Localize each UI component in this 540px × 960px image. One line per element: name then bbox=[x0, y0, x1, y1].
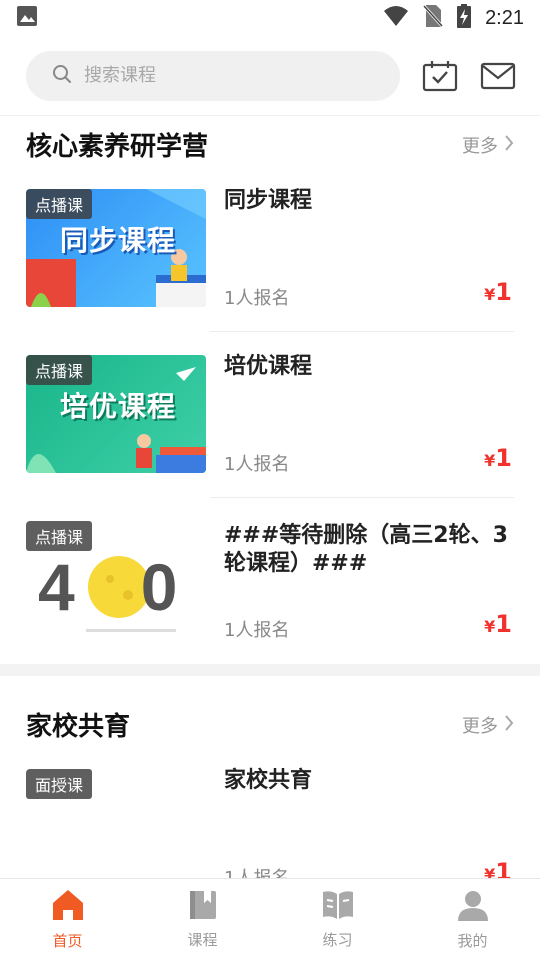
course-enroll-count: 1人报名 bbox=[224, 288, 290, 309]
nav-label: 练习 bbox=[322, 931, 353, 949]
bottom-nav: 首页 课程 练习 我的 bbox=[0, 878, 540, 960]
open-book-icon bbox=[321, 889, 355, 925]
course-thumbnail: 同步课程 点播课 bbox=[26, 189, 206, 307]
course-price: ¥1 bbox=[484, 444, 512, 472]
nav-label: 首页 bbox=[52, 932, 83, 950]
home-icon bbox=[51, 888, 85, 926]
section-title-core: 核心素养研学营 bbox=[26, 132, 209, 162]
course-title: 培优课程 bbox=[224, 354, 313, 379]
chevron-right-icon bbox=[504, 134, 514, 157]
course-type-tag: 面授课 bbox=[26, 769, 93, 799]
user-icon bbox=[456, 888, 490, 926]
course-thumbnail: 404 点播课 bbox=[26, 521, 206, 639]
thumb-title: 培优课程 bbox=[60, 390, 177, 423]
nav-practice[interactable]: 练习 bbox=[270, 879, 405, 960]
course-card[interactable]: 404 点播课 ###等待删除（高三2轮、3轮课程）### 1人报名 ¥1 bbox=[0, 498, 540, 664]
nav-profile[interactable]: 我的 bbox=[405, 879, 540, 960]
thumb-404-text: 404 bbox=[38, 550, 206, 624]
course-enroll-count: 1人报名 bbox=[224, 454, 290, 475]
section-gap bbox=[0, 664, 540, 676]
search-box[interactable] bbox=[26, 50, 400, 101]
nav-home[interactable]: 首页 bbox=[0, 879, 135, 960]
image-icon bbox=[16, 5, 38, 31]
nav-label: 我的 bbox=[457, 932, 488, 950]
course-card[interactable]: 培优课程 点播课 培优课程 1人报名 ¥1 bbox=[0, 332, 540, 498]
section-title-home-school: 家校共育 bbox=[26, 712, 131, 742]
nav-label: 课程 bbox=[187, 931, 218, 949]
more-link-core[interactable]: 更多 bbox=[462, 132, 514, 158]
course-type-tag: 点播课 bbox=[26, 521, 93, 551]
more-label: 更多 bbox=[462, 136, 498, 157]
chevron-right-icon bbox=[504, 714, 514, 737]
mail-icon[interactable] bbox=[478, 56, 518, 96]
nav-courses[interactable]: 课程 bbox=[135, 879, 270, 960]
search-icon bbox=[52, 64, 72, 88]
header bbox=[0, 36, 540, 116]
course-title: 同步课程 bbox=[224, 188, 313, 213]
thumb-title: 同步课程 bbox=[60, 224, 177, 257]
course-thumbnail: 培优课程 点播课 bbox=[26, 355, 206, 473]
battery-charging-icon bbox=[457, 4, 472, 32]
calendar-check-icon[interactable] bbox=[420, 56, 460, 96]
course-card[interactable]: 同步课程 点播课 同步课程 1人报名 ¥1 bbox=[0, 166, 540, 332]
status-bar: 2:21 bbox=[0, 0, 540, 36]
more-label: 更多 bbox=[462, 716, 498, 737]
course-title: ###等待删除（高三2轮、3轮课程）### bbox=[224, 523, 508, 576]
course-thumbnail: 面授课 bbox=[26, 769, 206, 878]
course-price: ¥1 bbox=[484, 858, 512, 878]
search-input[interactable] bbox=[84, 65, 364, 86]
no-sim-icon bbox=[422, 4, 444, 32]
status-time: 2:21 bbox=[485, 6, 524, 29]
course-enroll-count: 1人报名 bbox=[224, 620, 290, 641]
course-price: ¥1 bbox=[484, 610, 512, 638]
course-card[interactable]: 面授课 家校共育 1人报名 ¥1 bbox=[0, 746, 540, 878]
course-price: ¥1 bbox=[484, 278, 512, 306]
course-enroll-count: 1人报名 bbox=[224, 864, 289, 878]
course-type-tag: 点播课 bbox=[26, 355, 93, 385]
course-title: 家校共育 bbox=[224, 768, 313, 793]
course-type-tag: 点播课 bbox=[26, 189, 93, 219]
more-link-home-school[interactable]: 更多 bbox=[462, 712, 514, 738]
book-icon bbox=[188, 889, 218, 925]
wifi-icon bbox=[383, 5, 409, 31]
